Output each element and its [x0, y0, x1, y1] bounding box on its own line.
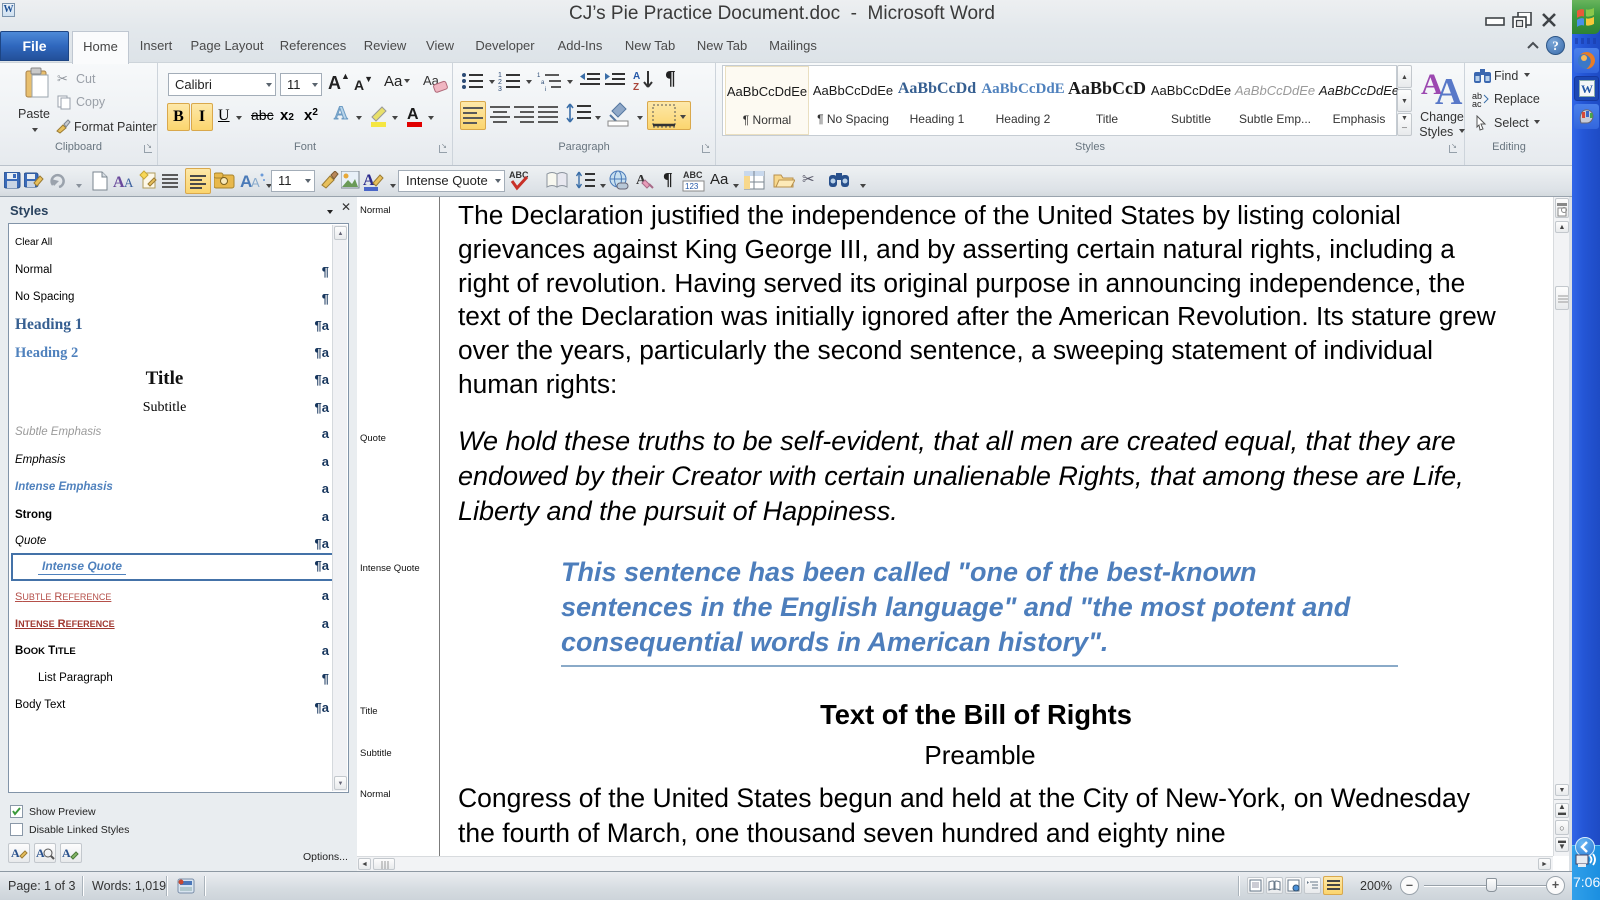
svg-text:a: a — [541, 80, 545, 86]
svg-text:A: A — [124, 175, 134, 190]
svg-text:ABC: ABC — [683, 170, 703, 180]
svg-text:3: 3 — [498, 86, 502, 91]
svg-text:1: 1 — [537, 73, 541, 79]
svg-text:A: A — [1435, 71, 1463, 108]
svg-text:A: A — [62, 846, 71, 860]
svg-text:2: 2 — [498, 79, 502, 86]
svg-text:A: A — [407, 106, 419, 123]
svg-text:A: A — [363, 172, 375, 189]
svg-text:ac: ac — [1472, 99, 1482, 107]
svg-text:1: 1 — [498, 72, 502, 79]
svg-text:A: A — [11, 846, 20, 860]
svg-text:A: A — [633, 71, 640, 82]
svg-text:i: i — [545, 87, 546, 91]
svg-text:Z: Z — [633, 82, 639, 93]
svg-text:A: A — [251, 175, 260, 190]
svg-text:123: 123 — [685, 182, 699, 191]
